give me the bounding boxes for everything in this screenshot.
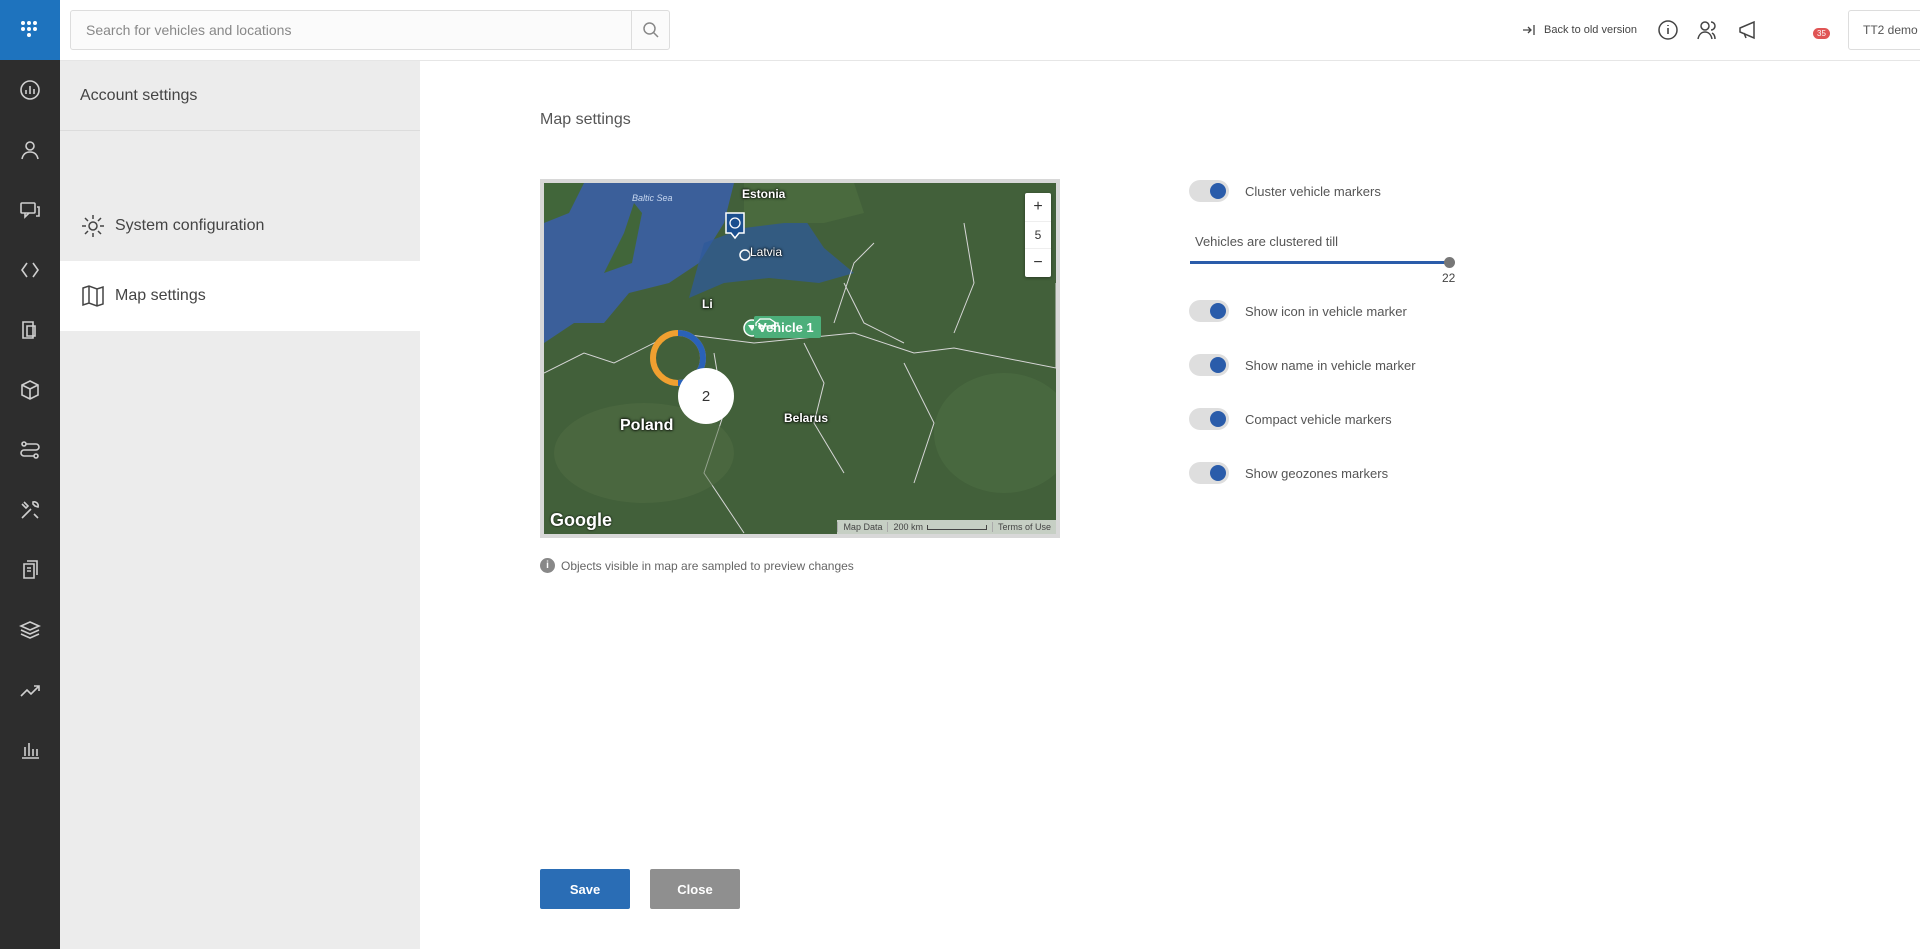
sidebar-divider [60, 130, 420, 131]
settings-sidebar: Account settings System configuration Ma… [60, 61, 420, 949]
show-name-toggle[interactable] [1189, 354, 1229, 376]
geozones-toggle[interactable] [1189, 462, 1229, 484]
map-data-link[interactable]: Map Data [837, 522, 887, 532]
exit-arrow-icon [1523, 25, 1535, 35]
info-icon: i [540, 558, 555, 573]
terms-of-use-link[interactable]: Terms of Use [991, 522, 1056, 532]
setting-show-name: Show name in vehicle marker [1189, 350, 1416, 380]
setting-label: Cluster vehicle markers [1245, 183, 1381, 199]
messages-icon[interactable] [15, 195, 45, 225]
back-to-old-version-label: Back to old version [1544, 24, 1637, 36]
cluster-till-slider[interactable] [1190, 261, 1450, 264]
route-planner-icon[interactable] [15, 435, 45, 465]
cluster-count: 2 [701, 387, 711, 405]
gear-icon [82, 215, 104, 237]
setting-label: Show icon in vehicle marker [1245, 303, 1407, 319]
sidebar-item-label: Map settings [115, 287, 206, 304]
compact-toggle[interactable] [1189, 408, 1229, 430]
account-name: TT2 demo [1863, 23, 1918, 37]
map-attribution: Map Data 200 km Terms of Use [837, 520, 1056, 534]
dashboard-icon[interactable] [15, 75, 45, 105]
cube-icon[interactable] [15, 375, 45, 405]
map-preview-note: i Objects visible in map are sampled to … [540, 558, 854, 573]
info-icon[interactable] [1655, 17, 1681, 43]
cluster-toggle[interactable] [1189, 180, 1229, 202]
cluster-till-value: 22 [1442, 271, 1456, 285]
map-label-belarus: Belarus [784, 411, 829, 425]
tools-icon[interactable] [15, 495, 45, 525]
zoom-out-button[interactable]: − [1025, 249, 1051, 277]
show-icon-toggle[interactable] [1189, 300, 1229, 322]
map-icon [82, 285, 104, 307]
notification-badge: 35 [1813, 28, 1830, 39]
setting-cluster-vehicle-markers: Cluster vehicle markers [1189, 176, 1381, 206]
zoom-level: 5 [1025, 221, 1051, 249]
notifications-icon[interactable] [1735, 17, 1761, 43]
cluster-till-slider-handle[interactable] [1444, 257, 1455, 268]
search-input[interactable] [71, 11, 631, 49]
setting-label: Compact vehicle markers [1245, 411, 1392, 427]
vehicle-marker[interactable]: Vehicle 1 [754, 316, 821, 338]
google-logo: Google [550, 510, 612, 530]
left-nav [0, 0, 60, 949]
top-bar: Back to old version 35 TT2 demo [60, 0, 1920, 61]
setting-compact-markers: Compact vehicle markers [1189, 404, 1392, 434]
documents-icon[interactable] [15, 315, 45, 345]
sidebar-item-map-settings[interactable]: Map settings [60, 261, 420, 331]
close-button[interactable]: Close [650, 869, 740, 909]
search-icon[interactable] [631, 11, 669, 49]
map-label-latvia: Latvia [750, 245, 783, 259]
reports-icon[interactable] [15, 555, 45, 585]
setting-show-icon: Show icon in vehicle marker [1189, 296, 1407, 326]
search-box [70, 10, 670, 50]
user-icon[interactable] [15, 135, 45, 165]
trend-icon[interactable] [15, 675, 45, 705]
page-title: Map settings [540, 111, 631, 128]
map-label-baltic-sea: Baltic Sea [632, 193, 673, 203]
setting-label: Show name in vehicle marker [1245, 357, 1416, 373]
users-icon[interactable] [1695, 17, 1721, 43]
zoom-control: + 5 − [1025, 193, 1051, 277]
layers-icon[interactable] [15, 615, 45, 645]
back-to-old-version-link[interactable]: Back to old version [1522, 20, 1637, 40]
map-preview[interactable]: Estonia Baltic Sea Latvia Li Poland Bela… [540, 179, 1060, 538]
car-icon [755, 318, 779, 330]
map-label-estonia: Estonia [742, 187, 786, 201]
save-button[interactable]: Save [540, 869, 630, 909]
logo-icon[interactable] [0, 0, 60, 60]
map-scale: 200 km [887, 522, 992, 532]
setting-label: Show geozones markers [1245, 465, 1389, 481]
cluster-marker[interactable]: 2 [678, 368, 734, 424]
statistics-icon[interactable] [15, 735, 45, 765]
sidebar-item-label: System configuration [115, 217, 265, 234]
map-preview-note-text: Objects visible in map are sampled to pr… [561, 558, 854, 573]
map-scale-label: 200 km [893, 522, 923, 532]
sidebar-item-system-configuration[interactable]: System configuration [60, 191, 420, 261]
setting-geozones-markers: Show geozones markers [1189, 458, 1388, 488]
account-selector[interactable]: TT2 demo [1848, 10, 1920, 50]
cluster-till-label: Vehicles are clustered till [1195, 234, 1339, 249]
zoom-in-button[interactable]: + [1025, 193, 1051, 221]
map-canvas [544, 183, 1056, 534]
map-scale-bar [926, 525, 987, 530]
map-label-lithuania: Li [702, 297, 713, 311]
map-label-poland: Poland [620, 417, 674, 434]
sidebar-title: Account settings [80, 87, 198, 104]
routes-icon[interactable] [15, 255, 45, 285]
